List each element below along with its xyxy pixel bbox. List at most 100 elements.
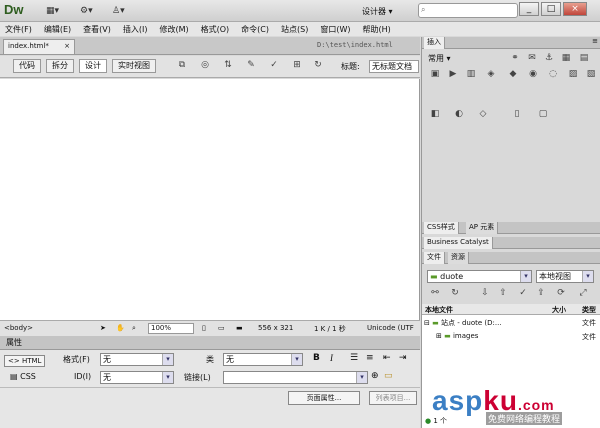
workspace-switcher[interactable]: 设计器 ▾ [362,3,410,19]
comment-icon[interactable]: ◆ [506,69,520,81]
site-select[interactable]: ▬ duote ▾ [427,270,532,283]
date-icon[interactable]: ▥ [464,69,478,81]
menu-window[interactable]: 窗口(W) [320,24,350,35]
file-manage-icon[interactable]: ⊞ [289,60,305,73]
code-snippet-icon[interactable]: ◇ [476,109,490,121]
refresh-files-icon[interactable]: ↻ [448,288,462,300]
layout-icon[interactable]: ▯ [510,109,524,121]
bold-button[interactable]: B [313,353,320,363]
checkout-icon[interactable]: ✓ [516,288,530,300]
image-icon[interactable]: ▣ [428,69,442,81]
menu-edit[interactable]: 编辑(E) [44,24,71,35]
list-item[interactable]: ⊟ ▬ 站点 - duote (D:... 文件 [424,318,599,329]
menu-view[interactable]: 查看(V) [83,24,111,35]
window-size[interactable]: 556 x 321 [258,324,293,332]
menu-help[interactable]: 帮助(H) [362,24,390,35]
hyperlink-icon[interactable]: ⚭ [508,53,522,65]
debug-icon[interactable]: ⇅ [220,60,236,73]
view-select[interactable]: 本地视图 ▾ [536,270,594,283]
form-icon[interactable]: ▢ [536,109,550,121]
code-view-button[interactable]: 代码 [13,59,41,73]
select-tool-icon[interactable]: ➤ [100,324,106,332]
browser-preview-icon[interactable]: ◎ [197,60,213,73]
tab-assets[interactable]: 资源 [448,252,469,264]
menu-format[interactable]: 格式(O) [201,24,230,35]
mobile-size-icon[interactable]: ▯ [202,324,206,332]
desktop-size-icon[interactable]: ▬ [236,324,243,332]
div-icon[interactable]: ▤ [577,53,591,65]
media-icon[interactable]: ▶ [446,69,460,81]
collapse-icon[interactable]: ⊟ [424,319,430,327]
title-input[interactable]: 无标题文档 [369,60,419,73]
widget-icon[interactable]: ◧ [428,109,442,121]
put-files-icon[interactable]: ⇧ [496,288,510,300]
template-icon[interactable]: ▨ [566,69,580,81]
point-to-file-icon[interactable]: ⊕ [371,371,379,381]
close-tab-icon[interactable]: × [64,42,70,52]
minimize-button[interactable]: _ [519,2,539,16]
ordered-list-icon[interactable]: ≡ [366,353,374,363]
doc-tab-index[interactable]: index.html* × [3,39,75,54]
refresh-icon[interactable]: ↻ [310,60,326,73]
col-size[interactable]: 大小 [552,305,566,315]
zoom-select[interactable]: 100% [148,323,194,334]
head-icon[interactable]: ◉ [526,69,540,81]
table-icon[interactable]: ▦ [559,53,573,65]
design-view-button[interactable]: 设计 [79,59,107,73]
split-view-button[interactable]: 拆分 [46,59,74,73]
search-input[interactable]: ⌕ [418,3,518,18]
class-select[interactable]: 无 ▾ [223,353,303,366]
format-select[interactable]: 无 ▾ [100,353,174,366]
zoom-tool-icon[interactable]: ⌕ [132,324,136,333]
menu-modify[interactable]: 修改(M) [159,24,188,35]
expand-tree-icon[interactable]: ⊞ [436,332,442,340]
col-type[interactable]: 类型 [582,305,596,315]
tag-chooser-icon[interactable]: ▧ [584,69,598,81]
tab-business-catalyst[interactable]: Business Catalyst [424,237,493,249]
css-mode-button[interactable]: ▤ CSS [10,372,36,381]
indent-icon[interactable]: ⇥ [399,353,407,363]
close-button[interactable]: × [563,2,587,16]
italic-button[interactable]: I [330,353,333,363]
connect-icon[interactable]: ⚯ [428,288,442,300]
script-icon[interactable]: ◌ [546,69,560,81]
insert-category-select[interactable]: 常用 ▾ [428,53,451,64]
id-select[interactable]: 无 ▾ [100,371,174,384]
page-properties-button[interactable]: 页面属性... [288,391,360,405]
menu-insert[interactable]: 插入(I) [123,24,148,35]
user-icon[interactable]: ♙▾ [112,4,125,18]
gear-icon[interactable]: ⚙▾ [80,4,93,18]
anchor-icon[interactable]: ⚓ [542,53,556,65]
multiscreen-icon[interactable]: ⧉ [174,60,190,73]
layout-menu-icon[interactable]: ▦▾ [46,4,59,18]
tab-insert[interactable]: 插入 [424,37,445,49]
hand-tool-icon[interactable]: ✋ [116,324,125,332]
spry-icon[interactable]: ◐ [452,109,466,121]
validate-icon[interactable]: ✓ [266,60,282,73]
outdent-icon[interactable]: ⇤ [383,353,391,363]
tab-ap-elements[interactable]: AP 元素 [466,222,499,234]
checkin-icon[interactable]: ⇪ [534,288,548,300]
menu-commands[interactable]: 命令(C) [241,24,269,35]
tab-files[interactable]: 文件 [424,252,445,264]
tablet-size-icon[interactable]: ▭ [218,324,225,332]
design-canvas[interactable] [0,79,420,320]
server-include-icon[interactable]: ◈ [484,69,498,81]
panel-menu-icon[interactable]: ≡ [592,37,598,45]
email-link-icon[interactable]: ✉ [525,53,539,65]
html-mode-button[interactable]: <> HTML [4,355,46,367]
visual-aids-icon[interactable]: ✎ [243,60,259,73]
expand-icon[interactable]: ⤢ [576,288,590,300]
tag-selector[interactable]: <body> [4,324,33,332]
maximize-button[interactable]: □ [541,2,561,16]
tab-css-styles[interactable]: CSS样式 [424,222,459,234]
browse-folder-icon[interactable]: ▭ [384,371,393,381]
link-input[interactable]: ▾ [223,371,368,384]
get-files-icon[interactable]: ⇩ [478,288,492,300]
list-item[interactable]: ⊞ ▬ images 文件 [436,332,599,343]
menu-site[interactable]: 站点(S) [281,24,308,35]
col-local-files[interactable]: 本地文件 [425,305,453,315]
sync-icon[interactable]: ⟳ [554,288,568,300]
live-view-button[interactable]: 实时视图 [112,59,156,73]
unordered-list-icon[interactable]: ☰ [350,353,358,363]
